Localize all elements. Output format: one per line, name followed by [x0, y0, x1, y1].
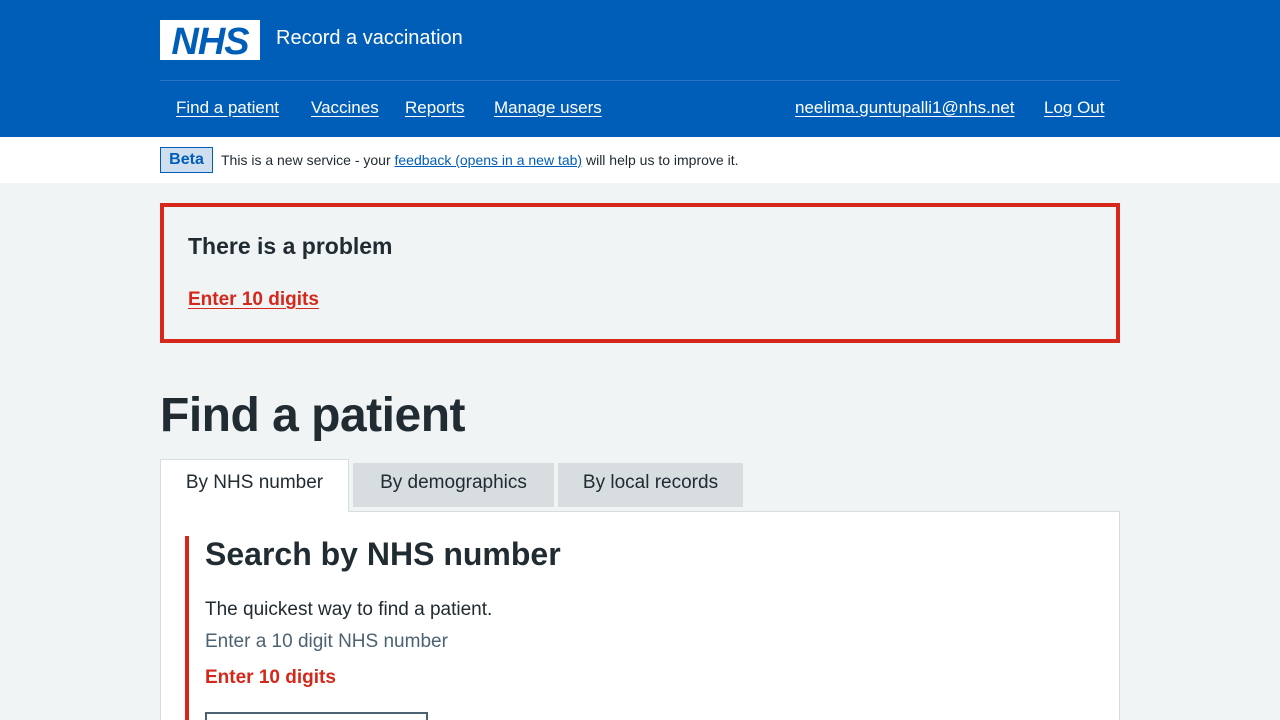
beta-tag: Beta [160, 147, 213, 173]
nhs-logo-icon: NHS [171, 23, 250, 57]
nav-manage-users[interactable]: Manage users [494, 98, 602, 118]
nhs-number-form-group-error: Search by NHS number The quickest way to… [185, 536, 1085, 720]
feedback-link[interactable]: feedback (opens in a new tab) [395, 152, 583, 168]
phase-banner-text-after: will help us to improve it. [582, 152, 739, 168]
panel-description: The quickest way to find a patient. [205, 599, 493, 620]
tab-by-demographics[interactable]: By demographics [353, 463, 554, 507]
phase-banner-text: This is a new service - your feedback (o… [221, 152, 738, 168]
panel-title: Search by NHS number [205, 536, 561, 572]
tab-by-local-records[interactable]: By local records [558, 463, 743, 507]
main-content: There is a problem Enter 10 digits Find … [160, 183, 1120, 720]
nav-find-a-patient[interactable]: Find a patient [176, 98, 279, 118]
nhs-number-error-message: Enter 10 digits [205, 667, 336, 688]
svg-text:NHS: NHS [171, 23, 249, 57]
page-title: Find a patient [160, 389, 466, 442]
nav-vaccines[interactable]: Vaccines [311, 98, 379, 118]
header-container: NHS Record a vaccination Find a patient … [160, 0, 1120, 137]
service-name[interactable]: Record a vaccination [276, 26, 463, 50]
primary-navigation: Find a patient Vaccines Reports Manage u… [160, 80, 1120, 137]
phase-banner-container: Beta This is a new service - your feedba… [160, 137, 1120, 183]
nhs-logo[interactable]: NHS [160, 20, 260, 60]
nav-reports[interactable]: Reports [405, 98, 465, 118]
error-summary: There is a problem Enter 10 digits [160, 203, 1120, 343]
phase-banner: Beta This is a new service - your feedba… [0, 137, 1280, 183]
nav-user-account[interactable]: neelima.guntupalli1@nhs.net [795, 98, 1015, 118]
phase-banner-text-before: This is a new service - your [221, 152, 395, 168]
error-summary-title: There is a problem [188, 233, 393, 259]
nhs-number-hint: Enter a 10 digit NHS number [205, 631, 448, 652]
nhs-number-input[interactable] [205, 712, 428, 720]
search-tabs: By NHS number By demographics By local r… [160, 459, 1120, 512]
tab-by-nhs-number[interactable]: By NHS number [160, 459, 349, 512]
nav-log-out[interactable]: Log Out [1044, 98, 1105, 118]
tab-panel-nhs-number: Search by NHS number The quickest way to… [160, 511, 1120, 720]
error-summary-link[interactable]: Enter 10 digits [188, 289, 319, 311]
site-header: NHS Record a vaccination Find a patient … [0, 0, 1280, 137]
